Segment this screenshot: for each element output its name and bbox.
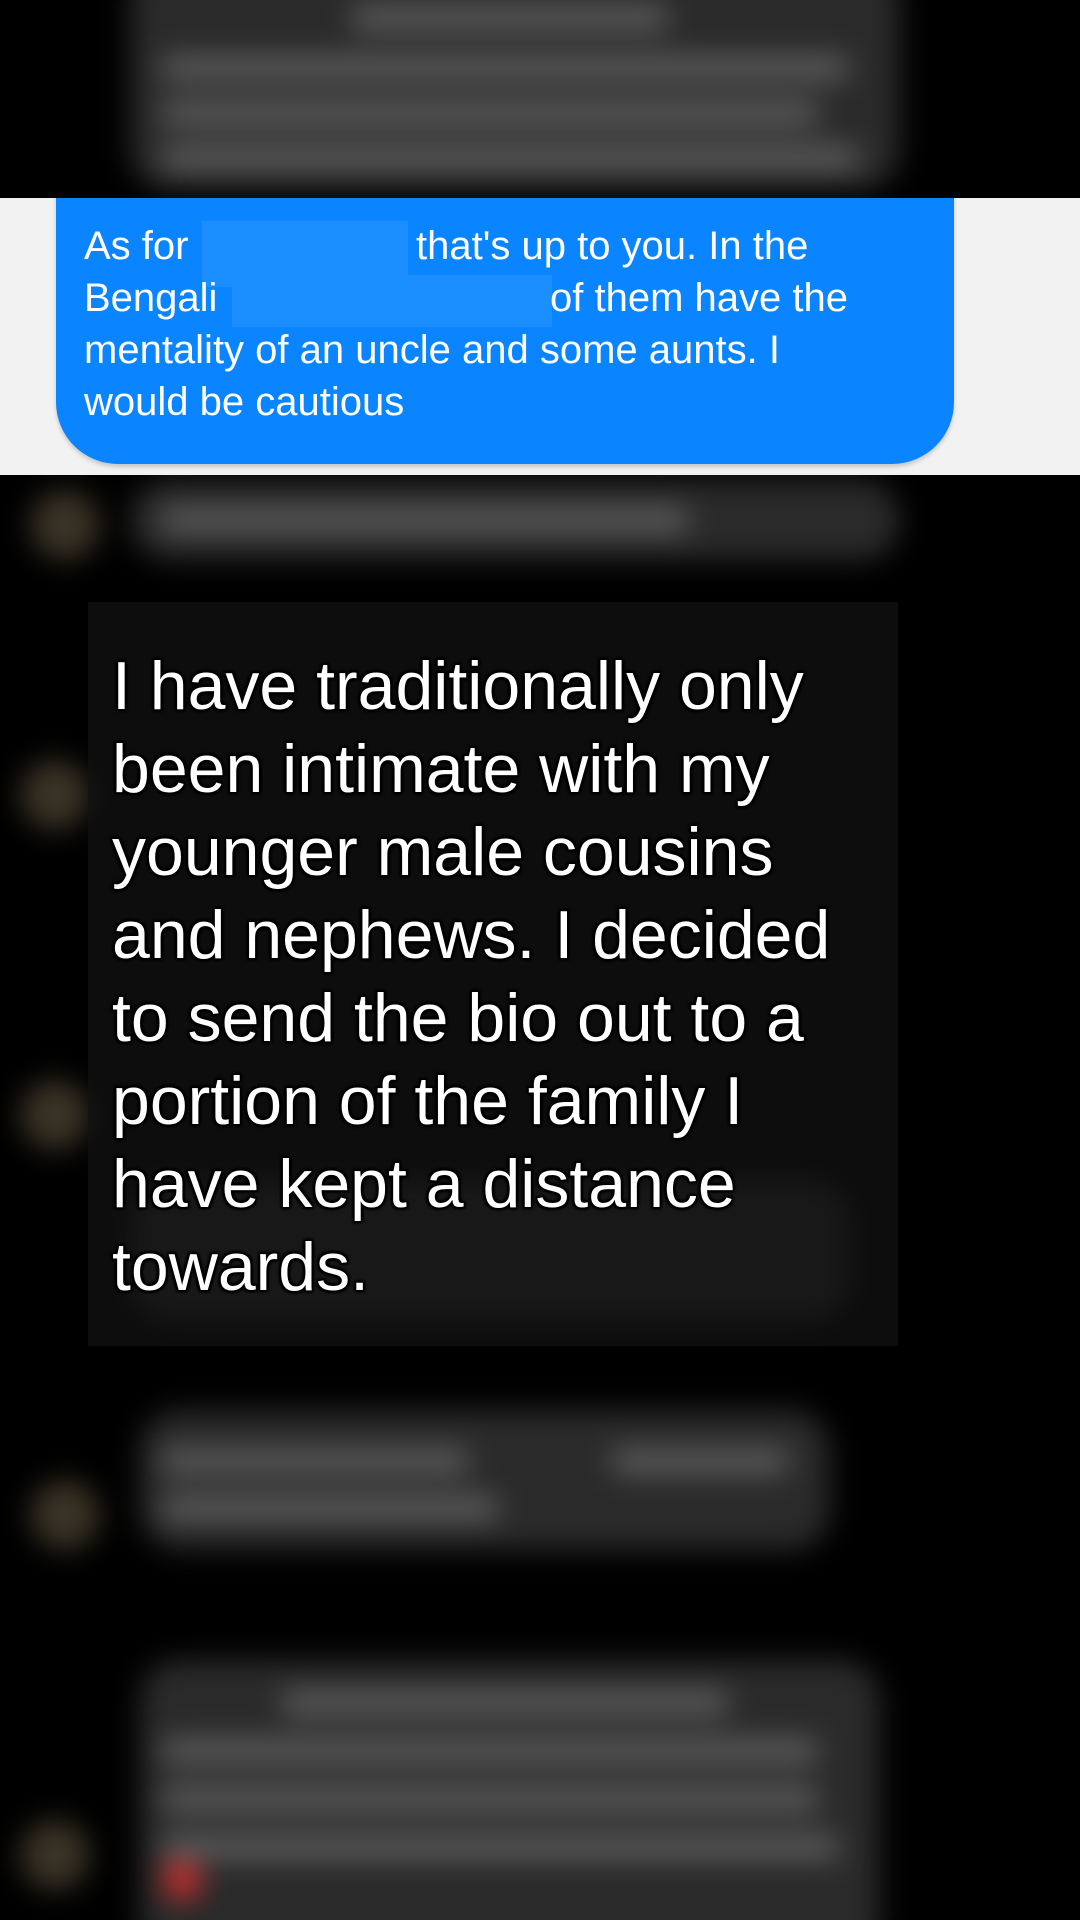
message-line-2: Bengali <box>84 272 217 324</box>
caption-text: I have traditionally only been intimate … <box>112 648 831 1305</box>
blurred-message-bubble <box>140 1660 880 1920</box>
screenshot: As for that's up to you. In the Bengali … <box>0 0 1080 1920</box>
message-line-4: would be cautious <box>84 380 405 424</box>
message-line-2-end: of them have the <box>550 276 848 320</box>
blurred-avatar <box>20 1080 90 1150</box>
highlighted-message-bubble[interactable]: As for that's up to you. In the Bengali … <box>56 198 954 464</box>
message-line-1-start: As for <box>84 224 189 268</box>
censored-region <box>232 275 552 327</box>
message-line-3: mentality of an uncle and some aunts. I <box>84 328 780 372</box>
message-line-2-start: Bengali <box>84 276 218 320</box>
blurred-message-bubble <box>130 480 900 560</box>
blurred-message-bubble <box>130 0 900 190</box>
message-line-1-end: that's up to you. In the <box>416 224 809 268</box>
blurred-avatar <box>30 490 100 560</box>
blurred-message-bubble <box>140 1410 830 1550</box>
message-line-1: As for <box>84 220 188 272</box>
highlighted-message-strip: As for that's up to you. In the Bengali … <box>0 198 1080 475</box>
blurred-avatar <box>30 1480 100 1550</box>
blurred-avatar <box>20 1820 90 1890</box>
blurred-heart-reaction <box>162 1860 202 1900</box>
blurred-avatar <box>20 760 90 830</box>
